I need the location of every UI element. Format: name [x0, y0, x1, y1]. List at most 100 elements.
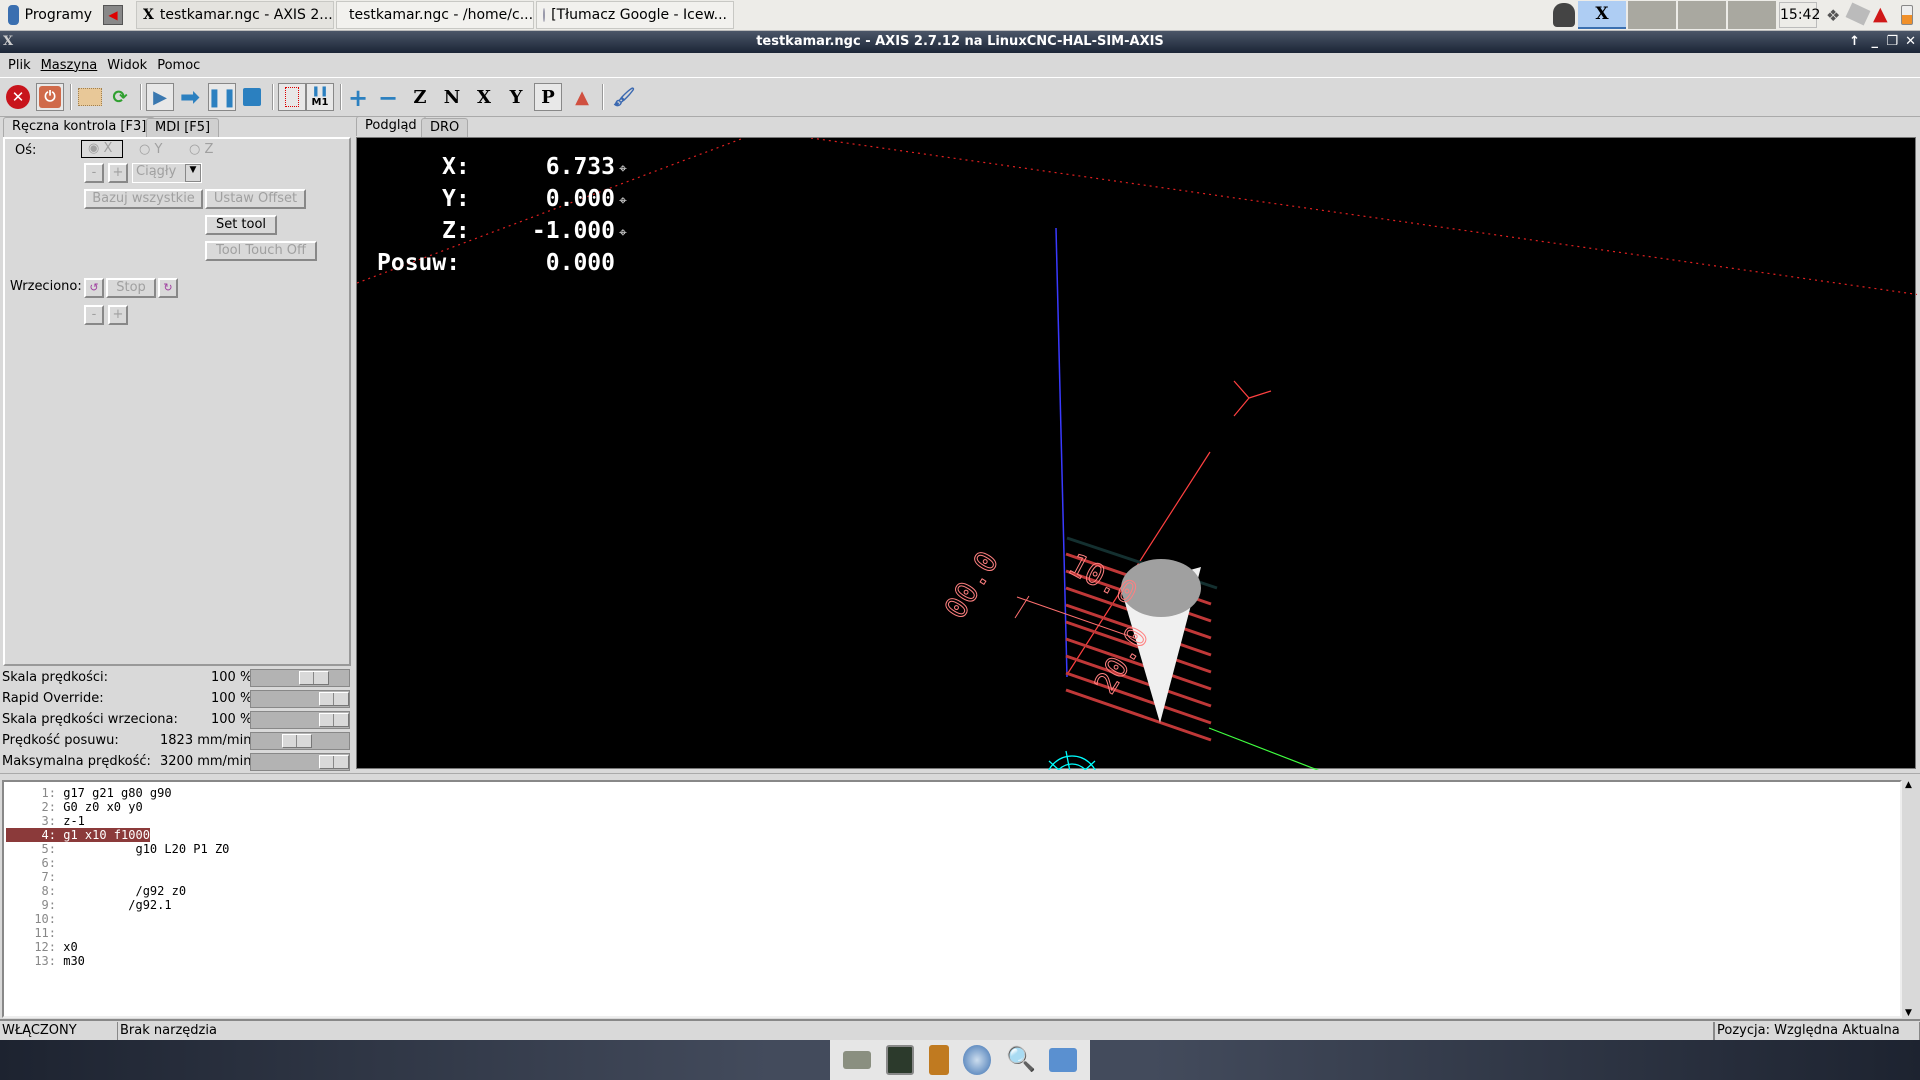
line-text: g17 g21 g80 g90 — [63, 786, 172, 800]
tab-manual[interactable]: Ręczna kontrola [F3] — [3, 117, 156, 137]
tab-preview[interactable]: Podgląd — [356, 116, 426, 136]
workspace-4[interactable] — [1728, 1, 1776, 29]
override-slider[interactable] — [250, 669, 350, 687]
menu-pomoc[interactable]: Pomoc — [157, 58, 200, 73]
terminal-icon[interactable] — [885, 1045, 914, 1075]
file-cabinet-icon[interactable] — [928, 1045, 949, 1075]
scroll-down-icon[interactable]: ▼ — [1905, 1008, 1912, 1018]
workspace-2[interactable] — [1628, 1, 1676, 29]
clock[interactable]: 15:42 — [1779, 2, 1820, 28]
code-line[interactable]: 12: x0 — [6, 940, 77, 954]
drive-icon[interactable] — [843, 1051, 872, 1069]
battery-icon[interactable] — [1901, 5, 1913, 25]
spindle-ccw-icon[interactable]: ↺ — [84, 278, 104, 298]
spindle-plus-button[interactable]: + — [108, 305, 128, 325]
machine-power-icon[interactable]: ⏻ — [36, 83, 64, 111]
view-perspective-icon[interactable]: P — [534, 83, 562, 111]
folder-icon[interactable] — [1048, 1048, 1077, 1072]
network-icon[interactable] — [1845, 2, 1871, 26]
axis-radio-x[interactable]: ◉ X — [81, 140, 123, 158]
code-line[interactable]: 7: — [6, 870, 63, 884]
menu-plik[interactable]: Plik — [8, 58, 31, 73]
code-line[interactable]: 8: /g92 z0 — [6, 884, 187, 898]
code-line[interactable]: 1: g17 g21 g80 g90 — [6, 786, 172, 800]
home-all-button[interactable]: Bazuj wszystkie — [84, 189, 203, 209]
task-editor[interactable]: testkamar.ngc - /home/c... — [336, 1, 534, 29]
gcode-listing[interactable]: 1: g17 g21 g80 g90 2: G0 z0 x0 y0 3: z-1 4:… — [2, 780, 1902, 1018]
preview-3d-view[interactable]: 00.0 10.0 20.0 X: 6.733 Y: 0.000 Z: -1.0… — [356, 137, 1917, 770]
rotate-view-icon[interactable]: ▲ — [568, 83, 596, 111]
tool-touch-off-button[interactable]: Tool Touch Off — [205, 241, 317, 261]
open-file-icon[interactable] — [76, 83, 104, 111]
shade-icon[interactable]: ↑ — [1849, 31, 1860, 53]
axis-radio-z[interactable]: ○ Z — [189, 142, 213, 157]
task-browser[interactable]: [Tłumacz Google - Icew... — [536, 1, 734, 29]
spindle-cw-icon[interactable]: ↻ — [158, 278, 178, 298]
workspace-3[interactable] — [1678, 1, 1726, 29]
pause-icon[interactable]: ❚❚ — [207, 83, 237, 111]
code-line[interactable]: 9: /g92.1 — [6, 898, 172, 912]
web-browser-icon[interactable] — [963, 1045, 992, 1075]
clear-plot-icon[interactable]: 🖌 — [610, 83, 638, 111]
view-z-icon[interactable]: Z — [406, 83, 434, 111]
scroll-up-icon[interactable]: ▲ — [1905, 780, 1912, 790]
reload-icon[interactable]: ⟳ — [106, 83, 134, 111]
line-text: m30 — [63, 954, 85, 968]
view-y-icon[interactable]: Y — [502, 83, 530, 111]
override-slider[interactable] — [250, 711, 350, 729]
slider-thumb[interactable] — [319, 755, 349, 769]
spindle-minus-button[interactable]: - — [84, 305, 104, 325]
step-icon[interactable]: ➡ — [176, 83, 204, 111]
minimize-icon[interactable]: _ — [1872, 31, 1879, 53]
view-z2-icon[interactable]: N — [438, 83, 466, 111]
code-line[interactable]: 3: z-1 — [6, 814, 85, 828]
jog-plus-button[interactable]: + — [108, 163, 128, 183]
touch-off-button[interactable]: Ustaw Offset — [205, 189, 306, 209]
set-tool-button[interactable]: Set tool — [205, 215, 277, 235]
zoom-out-icon[interactable]: − — [374, 83, 402, 112]
estop-icon[interactable]: ✕ — [4, 83, 32, 111]
logout-icon[interactable]: ◀ — [103, 5, 123, 25]
code-line[interactable]: 10: — [6, 912, 63, 926]
jog-mode-select[interactable]: Ciągły ▼ — [132, 163, 202, 183]
spindle-stop-button[interactable]: Stop — [106, 278, 156, 298]
code-line[interactable]: 6: — [6, 856, 63, 870]
run-icon[interactable]: ▶ — [146, 83, 174, 111]
window-titlebar[interactable]: X testkamar.ngc - AXIS 2.7.12 na LinuxCN… — [0, 31, 1920, 53]
search-icon[interactable]: 🔍 — [1006, 1045, 1036, 1075]
menu-maszyna[interactable]: Maszyna — [41, 58, 98, 73]
close-icon[interactable]: ✕ — [1905, 31, 1916, 53]
override-slider[interactable] — [250, 690, 350, 708]
tab-mdi[interactable]: MDI [F5] — [146, 118, 220, 137]
maximize-icon[interactable]: ❐ — [1886, 31, 1898, 53]
warning-icon[interactable]: ▲ — [1873, 3, 1888, 25]
override-slider[interactable] — [250, 732, 350, 750]
pane-splitter[interactable] — [0, 773, 1920, 778]
gcode-scrollbar[interactable]: ▲ ▼ — [1902, 780, 1918, 1018]
tab-dro[interactable]: DRO — [421, 118, 469, 137]
start-menu-button[interactable]: Programy — [2, 1, 98, 29]
zoom-in-icon[interactable]: + — [344, 83, 372, 112]
slider-thumb[interactable] — [282, 734, 312, 748]
task-axis[interactable]: X testkamar.ngc - AXIS 2.... — [136, 1, 334, 29]
code-line[interactable]: 4: g1 x10 f1000 — [6, 828, 150, 842]
workspace-1[interactable]: X — [1578, 1, 1626, 29]
code-line[interactable]: 11: — [6, 926, 63, 940]
slider-thumb[interactable] — [299, 671, 329, 685]
override-label: Prędkość posuwu: — [2, 733, 119, 748]
view-x-icon[interactable]: X — [470, 83, 498, 111]
stop-icon[interactable] — [238, 83, 266, 111]
code-line[interactable]: 5: g10 L20 P1 Z0 — [6, 842, 230, 856]
jog-minus-button[interactable]: - — [84, 163, 104, 183]
axis-radio-y[interactable]: ○ Y — [139, 142, 162, 157]
optional-stop-icon[interactable]: ❚❚ M1 — [306, 83, 334, 111]
slider-thumb[interactable] — [319, 692, 349, 706]
code-line[interactable]: 13: m30 — [6, 954, 85, 968]
block-delete-icon[interactable] — [278, 83, 306, 111]
slider-thumb[interactable] — [319, 713, 349, 727]
origin-marker — [1048, 750, 1096, 770]
override-slider[interactable] — [250, 753, 350, 771]
code-line[interactable]: 2: G0 z0 x0 y0 — [6, 800, 143, 814]
dropbox-icon[interactable]: ❖ — [1826, 6, 1840, 25]
menu-widok[interactable]: Widok — [107, 58, 147, 73]
